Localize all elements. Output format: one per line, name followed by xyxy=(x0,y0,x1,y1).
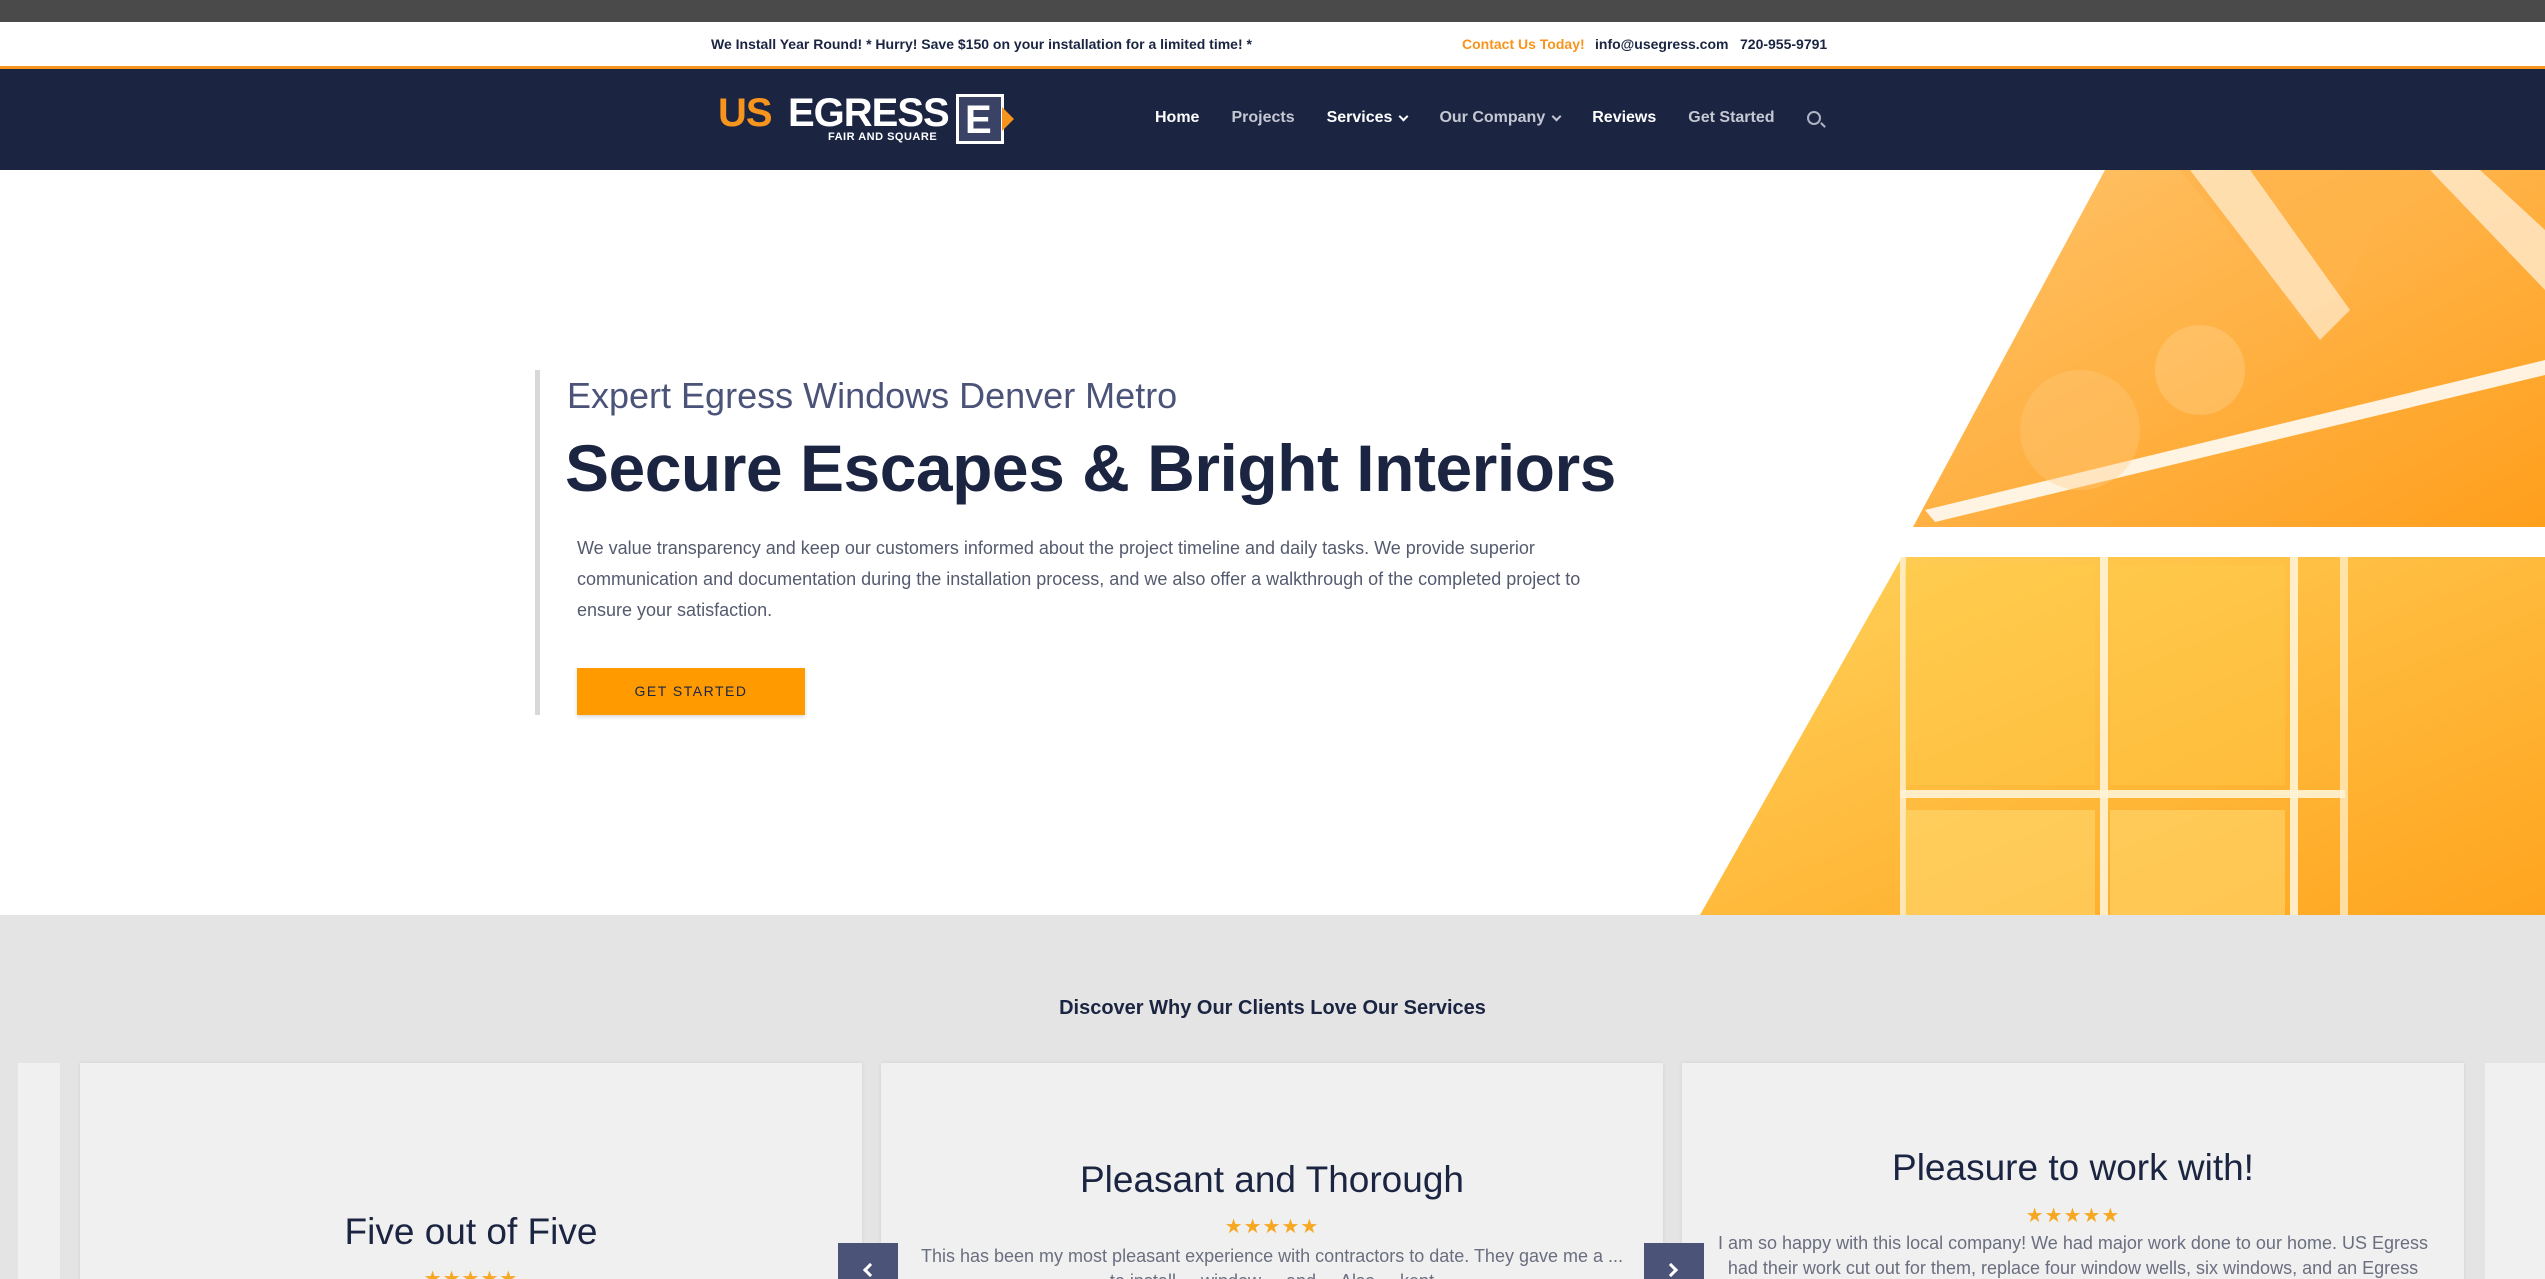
hero-body: We value transparency and keep our custo… xyxy=(577,538,1581,620)
reviews-heading: Discover Why Our Clients Love Our Servic… xyxy=(1059,997,1486,1019)
review-title: Five out of Five xyxy=(344,1211,598,1252)
review-card-peek-left xyxy=(18,1063,60,1279)
star-icon: ★★★★★ xyxy=(423,1268,519,1279)
logo-mark: E xyxy=(956,94,1004,144)
star-icon: ★★★★★ xyxy=(1224,1216,1320,1238)
phone-link[interactable]: 720-955-9791 xyxy=(1740,36,1827,52)
slider-next-button[interactable] xyxy=(1644,1243,1704,1279)
hero-headline: Secure Escapes & Bright Interiors xyxy=(565,431,1616,505)
chevron-right-icon xyxy=(1663,1262,1679,1278)
nav-our-company-label: Our Company xyxy=(1439,109,1546,126)
review-card-peek-right xyxy=(2485,1063,2545,1279)
nav-reviews[interactable]: Reviews xyxy=(1592,109,1656,127)
slider-prev-button[interactable] xyxy=(838,1243,898,1279)
review-text: I am so happy with this local company! W… xyxy=(1718,1233,2428,1278)
announcement-bar: We Install Year Round! * Hurry! Save $15… xyxy=(0,22,2545,69)
nav-home[interactable]: Home xyxy=(1155,109,1199,127)
email-link[interactable]: info@usegress.com xyxy=(1595,36,1728,52)
chevron-down-icon xyxy=(1398,111,1409,121)
hero-accent-rule xyxy=(535,370,540,715)
logo-arrow xyxy=(1002,107,1014,131)
browser-top-strip xyxy=(0,0,2545,22)
nav-services-label: Services xyxy=(1326,109,1393,126)
nav-services[interactable]: Services xyxy=(1326,109,1409,127)
nav-get-started[interactable]: Get Started xyxy=(1688,109,1774,127)
chevron-left-icon xyxy=(862,1262,878,1278)
logo-us: US xyxy=(718,91,773,135)
main-header: US EGRESS FAIR AND SQUARE E Home Project… xyxy=(0,69,2545,170)
review-card: Pleasant and Thorough ★★★★★ This has bee… xyxy=(881,1063,1663,1279)
hero-eyebrow: Expert Egress Windows Denver Metro xyxy=(567,375,1178,416)
review-text: This has been my most pleasant experienc… xyxy=(920,1246,1624,1279)
main-nav: Home Projects Services Our Company Revie… xyxy=(1155,109,1821,127)
get-started-button[interactable]: GET STARTED xyxy=(577,668,805,715)
review-title: Pleasant and Thorough xyxy=(1079,1159,1464,1200)
logo[interactable]: US EGRESS FAIR AND SQUARE E xyxy=(718,91,1014,149)
contact-us-link[interactable]: Contact Us Today! xyxy=(1462,36,1585,52)
nav-projects[interactable]: Projects xyxy=(1231,109,1294,127)
promo-text: We Install Year Round! * Hurry! Save $15… xyxy=(711,36,1252,52)
logo-tagline: FAIR AND SQUARE xyxy=(828,131,938,143)
chevron-down-icon xyxy=(1551,111,1562,121)
star-icon: ★★★★★ xyxy=(2025,1205,2121,1227)
review-title: Pleasure to work with! xyxy=(1892,1147,2254,1188)
nav-our-company[interactable]: Our Company xyxy=(1439,109,1562,127)
search-icon[interactable] xyxy=(1806,111,1821,125)
review-card: Five out of Five ★★★★★ xyxy=(80,1063,862,1279)
review-card: Pleasure to work with! ★★★★★ I am so hap… xyxy=(1682,1063,2464,1279)
logo-mark-letter: E xyxy=(965,98,992,142)
reviews-section: Discover Why Our Clients Love Our Servic… xyxy=(0,915,2545,1279)
hero-section: Expert Egress Windows Denver Metro Secur… xyxy=(0,170,2545,915)
logo-egress: EGRESS xyxy=(788,91,950,135)
